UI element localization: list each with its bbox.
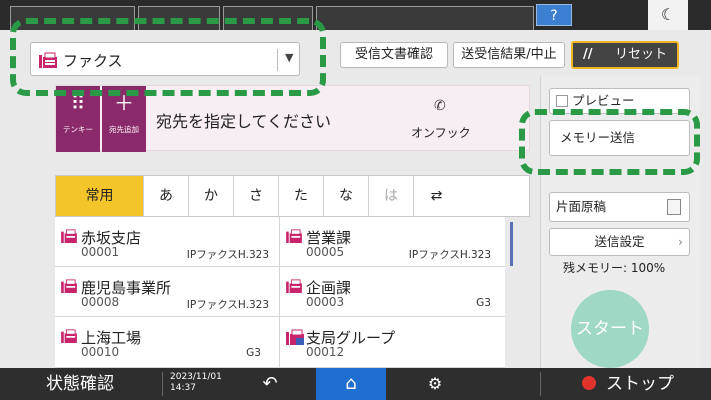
destination-prompt[interactable]: 宛先を指定してください bbox=[156, 108, 331, 132]
group-icon bbox=[286, 329, 304, 345]
fax-screen: ? ☾ ファクス ▼ 受信文書確認 送受信結果/中止 // リセット ⠿ テンキ… bbox=[0, 0, 711, 400]
tab-na[interactable]: な bbox=[324, 176, 369, 216]
stop-button[interactable]: ストップ bbox=[548, 368, 708, 400]
entry-number: 00001 bbox=[81, 245, 120, 259]
entry-kind: G3 bbox=[476, 297, 491, 309]
entry-kind: IPファクスH.323 bbox=[186, 249, 269, 261]
chevron-right-icon: › bbox=[678, 234, 683, 249]
gear-icon[interactable]: ⚙ bbox=[405, 368, 465, 400]
entry-number: 00012 bbox=[306, 345, 345, 359]
entry-kind: IPファクスH.323 bbox=[408, 249, 491, 261]
stop-icon bbox=[582, 376, 596, 390]
tx-results-button[interactable]: 送受信結果/中止 bbox=[453, 42, 565, 68]
single-side-button[interactable]: 片面原稿 bbox=[549, 192, 690, 222]
fax-icon bbox=[61, 229, 77, 243]
start-button[interactable]: スタート bbox=[571, 290, 649, 368]
separator bbox=[162, 372, 163, 396]
top-status-field bbox=[316, 6, 534, 30]
fax-icon bbox=[61, 279, 77, 293]
onhook-button[interactable]: オンフック bbox=[411, 124, 471, 141]
address-list: 赤坂支店 00001 IPファクスH.323 営業課 00005 IPファクスH… bbox=[55, 217, 505, 368]
entry-number: 00005 bbox=[306, 245, 345, 259]
received-docs-button[interactable]: 受信文書確認 bbox=[340, 42, 448, 68]
keypad-label: テンキー bbox=[63, 125, 93, 134]
tab-ka[interactable]: か bbox=[189, 176, 234, 216]
datetime: 2023/11/01 14:37 bbox=[170, 368, 230, 400]
tx-settings-button[interactable]: 送信設定 › bbox=[549, 228, 690, 256]
back-arrow-icon[interactable]: ↶ bbox=[240, 368, 300, 400]
single-side-label: 片面原稿 bbox=[556, 199, 607, 214]
reset-icon: // bbox=[583, 47, 593, 62]
highlight-mode-selector bbox=[10, 18, 326, 96]
preview-label: プレビュー bbox=[572, 93, 635, 108]
moon-icon[interactable]: ☾ bbox=[648, 0, 688, 30]
fax-icon bbox=[286, 229, 302, 243]
tab-common[interactable]: 常用 bbox=[56, 176, 144, 216]
remaining-memory: 残メモリー: 100% bbox=[563, 261, 666, 275]
entry-kind: IPファクスH.323 bbox=[186, 299, 269, 311]
address-entry[interactable]: 鹿児島事業所 00008 IPファクスH.323 bbox=[55, 267, 280, 317]
tx-settings-label: 送信設定 bbox=[594, 234, 645, 249]
list-scrollbar[interactable] bbox=[510, 222, 513, 266]
fax-icon bbox=[286, 279, 302, 293]
tab-switch-icon[interactable]: ⇄ bbox=[414, 176, 459, 216]
status-check-button[interactable]: 状態確認 bbox=[0, 368, 160, 400]
address-tabs: 常用 あ か さ た な は ⇄ bbox=[55, 175, 530, 217]
entry-kind: G3 bbox=[246, 347, 261, 359]
help-button[interactable]: ? bbox=[536, 4, 572, 26]
single-side-icon bbox=[667, 199, 681, 215]
address-entry[interactable]: 営業課 00005 IPファクスH.323 bbox=[280, 217, 505, 267]
time-text: 14:37 bbox=[170, 383, 196, 393]
entry-number: 00008 bbox=[81, 295, 120, 309]
add-destination-label: 宛先追加 bbox=[109, 125, 139, 134]
tab-ha[interactable]: は bbox=[369, 176, 414, 216]
address-entry[interactable]: 赤坂支店 00001 IPファクスH.323 bbox=[55, 217, 280, 267]
separator bbox=[540, 372, 541, 396]
address-entry[interactable]: 支局グループ 00012 bbox=[280, 317, 505, 368]
reset-label: リセット bbox=[615, 47, 668, 62]
date-text: 2023/11/01 bbox=[170, 372, 222, 382]
tab-sa[interactable]: さ bbox=[234, 176, 279, 216]
stop-label: ストップ bbox=[606, 374, 674, 394]
tab-ta[interactable]: た bbox=[279, 176, 324, 216]
bottom-bar: 状態確認 2023/11/01 14:37 ↶ ⌂ ⚙ ストップ bbox=[0, 368, 711, 400]
tab-a[interactable]: あ bbox=[144, 176, 189, 216]
fax-icon bbox=[61, 329, 77, 343]
home-icon[interactable]: ⌂ bbox=[316, 368, 386, 400]
phone-icon: ✆ bbox=[434, 98, 446, 114]
entry-number: 00003 bbox=[306, 295, 345, 309]
entry-number: 00010 bbox=[81, 345, 120, 359]
reset-button[interactable]: // リセット bbox=[571, 41, 679, 69]
preview-checkbox[interactable] bbox=[556, 95, 568, 107]
address-entry[interactable]: 企画課 00003 G3 bbox=[280, 267, 505, 317]
highlight-memory-tx bbox=[519, 109, 700, 175]
address-entry[interactable]: 上海工場 00010 G3 bbox=[55, 317, 280, 368]
